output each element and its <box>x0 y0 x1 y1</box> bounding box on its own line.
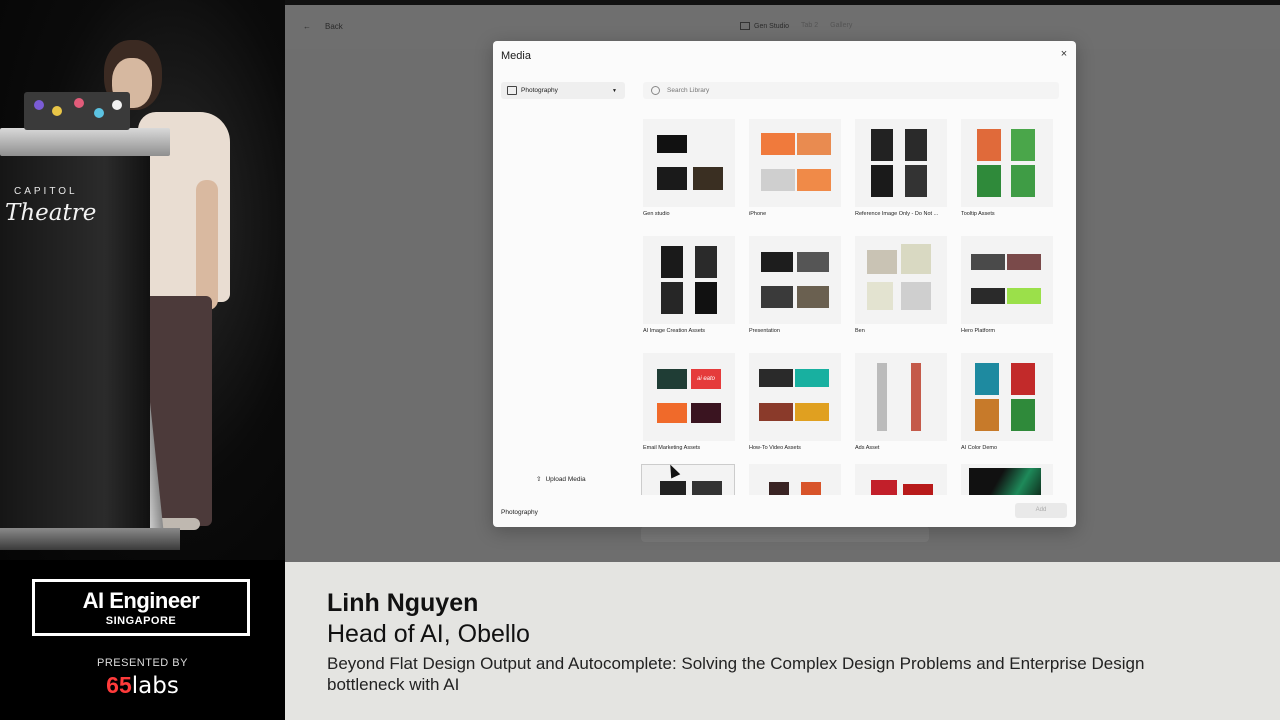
album-card[interactable]: How-To Video Assets <box>749 353 845 451</box>
sponsor-logo: 65labs <box>0 672 285 699</box>
album-thumbnail <box>749 119 841 207</box>
event-logo: AI Engineer SINGAPORE <box>32 579 250 636</box>
album-thumbnail <box>749 353 841 441</box>
podium-logo-line2: Theatre <box>5 200 97 226</box>
album-name: How-To Video Assets <box>749 445 801 451</box>
event-city: SINGAPORE <box>105 615 177 627</box>
speaker-video-feed: CAPITOL Theatre <box>0 0 285 560</box>
album-thumbnail <box>749 236 841 324</box>
album-name: Presentation <box>749 328 780 334</box>
speaker-caption: Linh Nguyen Head of AI, Obello Beyond Fl… <box>285 562 1280 720</box>
email-logo: ai eato <box>691 369 721 389</box>
album-card[interactable]: AI Color Demo <box>961 353 1057 451</box>
album-card[interactable] <box>961 464 1057 495</box>
album-name: Email Marketing Assets <box>643 445 701 451</box>
album-thumbnail <box>643 236 735 324</box>
album-name: Ads Asset <box>855 445 880 451</box>
album-name: Gen studio <box>643 211 670 217</box>
album-thumbnail <box>643 119 735 207</box>
modal-title: Media <box>501 50 531 62</box>
upload-label: Upload Media <box>545 475 586 483</box>
album-thumbnail <box>961 119 1053 207</box>
back-button[interactable]: ← Back <box>303 22 343 31</box>
stage-base <box>0 528 180 550</box>
tab-gallery[interactable]: Gallery <box>830 22 852 30</box>
search-field <box>643 82 1059 99</box>
upload-icon: ⇧ <box>536 476 542 483</box>
media-modal: Media × Photography ▼ Gen studio <box>493 41 1076 527</box>
album-card[interactable]: iPhone <box>749 119 845 217</box>
close-icon[interactable]: × <box>1057 47 1071 61</box>
album-card[interactable]: ai eato Email Marketing Assets <box>643 353 739 451</box>
album-name: AI Color Demo <box>961 445 998 451</box>
search-input[interactable] <box>665 86 969 95</box>
album-thumbnail <box>641 464 735 495</box>
album-card[interactable]: Tooltip Assets <box>961 119 1057 217</box>
folder-icon <box>507 86 517 95</box>
event-name: AI Engineer <box>82 588 200 613</box>
album-thumbnail <box>855 236 947 324</box>
tab-2[interactable]: Tab 2 <box>801 22 818 30</box>
podium-logo-line1: CAPITOL <box>14 186 78 197</box>
album-thumbnail <box>749 464 841 495</box>
source-dropdown[interactable]: Photography ▼ <box>501 82 625 99</box>
album-card[interactable] <box>855 464 951 495</box>
background-toolbar <box>641 526 929 542</box>
album-card[interactable]: Ads Asset <box>855 353 951 451</box>
sponsor-word: labs <box>131 673 179 699</box>
footer-source-label: Photography <box>501 509 538 516</box>
album-thumbnail <box>855 464 947 495</box>
sponsor-number: 65 <box>106 672 132 698</box>
album-card[interactable]: Ben <box>855 236 951 334</box>
album-name: Hero Platform <box>961 328 995 334</box>
tab-gen-studio[interactable]: Gen Studio <box>740 22 789 30</box>
talk-title: Beyond Flat Design Output and Autocomple… <box>327 654 1145 694</box>
album-thumbnail <box>855 119 947 207</box>
back-label: Back <box>325 22 343 31</box>
album-name: iPhone <box>749 211 767 217</box>
add-button[interactable]: Add <box>1015 503 1067 518</box>
album-thumbnail <box>855 353 947 441</box>
laptop <box>24 92 130 130</box>
album-card[interactable] <box>641 464 737 495</box>
top-tabs: Gen Studio Tab 2 Gallery <box>740 22 852 30</box>
speaker-name: Linh Nguyen <box>327 589 479 617</box>
event-brand-panel: AI Engineer SINGAPORE PRESENTED BY 65lab… <box>0 560 285 720</box>
tab-label: Gen Studio <box>754 22 790 30</box>
presented-by-label: PRESENTED BY <box>97 657 188 669</box>
album-card[interactable]: Gen studio <box>643 119 739 217</box>
arrow-left-icon: ← <box>303 22 311 31</box>
album-thumbnail <box>961 353 1053 441</box>
album-thumbnail <box>961 236 1053 324</box>
search-icon <box>651 86 660 95</box>
album-thumbnail <box>961 464 1053 495</box>
album-card[interactable] <box>749 464 845 495</box>
album-card[interactable]: Presentation <box>749 236 845 334</box>
album-grid: Gen studio iPhone Reference Image Only -… <box>641 119 1071 495</box>
album-card[interactable]: Reference Image Only - Do Not ... <box>855 119 951 217</box>
chevron-down-icon: ▼ <box>612 87 617 94</box>
album-name: Tooltip Assets <box>961 211 995 217</box>
source-selected: Photography <box>521 87 558 94</box>
screen-share: ← Back Gen Studio Tab 2 Gallery Media × … <box>285 0 1280 562</box>
speaker-arm <box>196 180 218 310</box>
album-card[interactable]: AI Image Creation Assets <box>643 236 739 334</box>
album-name: Reference Image Only - Do Not ... <box>855 211 939 217</box>
speaker-title: Head of AI, Obello <box>327 620 530 648</box>
album-name: Ben <box>855 328 865 334</box>
album-thumbnail: ai eato <box>643 353 735 441</box>
album-card[interactable]: Hero Platform <box>961 236 1057 334</box>
podium-top <box>0 128 170 156</box>
album-name: AI Image Creation Assets <box>643 328 706 334</box>
upload-media-button[interactable]: ⇧ Upload Media <box>536 475 586 484</box>
image-icon <box>740 22 750 30</box>
